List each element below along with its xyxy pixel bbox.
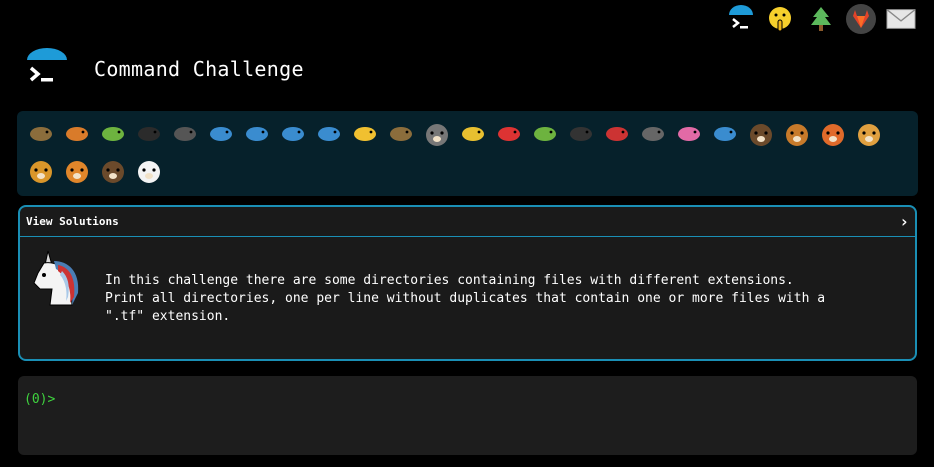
fox-icon[interactable] — [817, 118, 849, 150]
fly-icon[interactable] — [637, 118, 669, 150]
challenge-panel: View Solutions › In this challenge there… — [18, 205, 917, 361]
caterpillar-icon[interactable] — [97, 118, 129, 150]
fish-icon[interactable] — [313, 118, 345, 150]
lion-icon[interactable] — [25, 155, 57, 187]
whale-icon[interactable] — [205, 118, 237, 150]
worm-icon[interactable] — [673, 118, 705, 150]
challenge-animal-grid — [17, 111, 918, 196]
chevron-right-icon[interactable]: › — [899, 212, 909, 231]
challenge-description: In this challenge there are some directo… — [105, 273, 826, 324]
terminal-umbrella-icon[interactable] — [26, 48, 68, 90]
shushing-face-icon[interactable] — [766, 4, 796, 34]
tropical-fish-icon[interactable] — [349, 118, 381, 150]
spider-icon[interactable] — [565, 118, 597, 150]
scorpion-icon[interactable] — [601, 118, 633, 150]
dolphin-icon[interactable] — [241, 118, 273, 150]
unicorn-icon — [33, 250, 79, 306]
brand: Command Challenge — [26, 48, 304, 90]
snail-icon[interactable] — [25, 118, 57, 150]
blowfish-icon[interactable] — [385, 118, 417, 150]
unicorn-icon[interactable] — [133, 155, 165, 187]
cat-icon[interactable] — [853, 118, 885, 150]
cricket-icon[interactable] — [529, 118, 561, 150]
page-title: Command Challenge — [94, 57, 304, 81]
view-solutions-toggle[interactable]: View Solutions › — [20, 207, 915, 237]
microbe-icon[interactable] — [709, 118, 741, 150]
wolf-icon[interactable] — [421, 118, 453, 150]
view-solutions-label: View Solutions — [26, 215, 119, 228]
ant-icon[interactable] — [133, 118, 165, 150]
evergreen-tree-icon[interactable] — [806, 4, 836, 34]
horse-icon[interactable] — [97, 155, 129, 187]
gitlab-icon[interactable] — [846, 4, 876, 34]
terminal-prompt: (0)> — [24, 392, 56, 407]
bee-icon[interactable] — [457, 118, 489, 150]
spider-web-icon[interactable] — [169, 118, 201, 150]
butterfly-icon[interactable] — [61, 118, 93, 150]
monkey-icon[interactable] — [745, 118, 777, 150]
ladybug-icon[interactable] — [493, 118, 525, 150]
top-icon-bar — [726, 4, 916, 34]
dog-icon[interactable] — [781, 118, 813, 150]
terminal-umbrella-icon[interactable] — [726, 4, 756, 34]
envelope-icon[interactable] — [886, 4, 916, 34]
tiger-icon[interactable] — [61, 155, 93, 187]
terminal-input-area[interactable]: (0)> — [18, 376, 917, 455]
dolphin-icon[interactable] — [277, 118, 309, 150]
